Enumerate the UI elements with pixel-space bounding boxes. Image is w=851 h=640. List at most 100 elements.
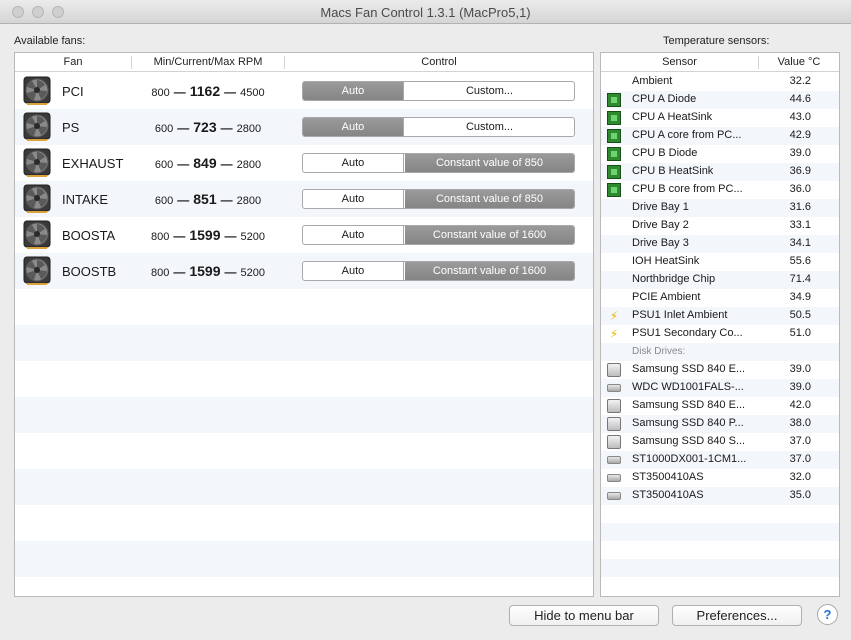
fan-name: BOOSTB — [62, 264, 117, 279]
sensor-row[interactable]: CPU B Diode 39.0 — [601, 145, 839, 163]
custom-mode-button[interactable]: Custom... — [405, 118, 574, 136]
hide-to-menu-bar-button[interactable]: Hide to menu bar — [509, 605, 659, 626]
fan-current-rpm: 723 — [193, 119, 217, 135]
empty-row — [15, 469, 593, 505]
sensor-name: Samsung SSD 840 E... — [632, 363, 746, 375]
custom-mode-button[interactable]: Constant value of 850 — [405, 154, 574, 172]
auto-mode-button[interactable]: Auto — [303, 262, 404, 280]
sensor-row[interactable]: Samsung SSD 840 E... 42.0 — [601, 397, 839, 415]
rpm-separator: — — [220, 121, 233, 135]
custom-mode-button[interactable]: Constant value of 1600 — [405, 262, 574, 280]
fan-row-intake[interactable]: INTAKE 600—851—2800 Auto Constant value of … — [15, 181, 593, 217]
sensor-column-header[interactable]: Sensor — [601, 56, 758, 68]
help-button[interactable]: ? — [817, 604, 838, 625]
fan-row-boostb[interactable]: BOOSTB 800—1599—5200 Auto Constant value of… — [15, 253, 593, 289]
sensor-name: Ambient — [632, 75, 673, 87]
fan-current-rpm: 851 — [193, 191, 217, 207]
rpm-column-header[interactable]: Min/Current/Max RPM — [132, 56, 284, 68]
sensor-row[interactable]: ⚡ PSU1 Inlet Ambient 50.5 — [601, 307, 839, 325]
sensor-row[interactable]: Northbridge Chip 71.4 — [601, 271, 839, 289]
auto-mode-button[interactable]: Auto — [303, 118, 404, 136]
chip-icon — [607, 111, 621, 125]
sensor-name: Drive Bay 1 — [632, 201, 689, 213]
sensor-value: 50.5 — [789, 309, 811, 321]
sensor-row[interactable]: ST3500410AS 32.0 — [601, 469, 839, 487]
sensor-name: CPU A HeatSink — [632, 111, 713, 123]
sensor-value: 37.0 — [789, 453, 811, 465]
fan-max-rpm: 4500 — [240, 87, 265, 99]
sensor-row[interactable]: Samsung SSD 840 S... 37.0 — [601, 433, 839, 451]
sensor-name: Samsung SSD 840 P... — [632, 417, 744, 429]
chip-icon — [607, 165, 621, 179]
rpm-separator: — — [177, 193, 190, 207]
fan-row-boosta[interactable]: BOOSTA 800—1599—5200 Auto Constant value of… — [15, 217, 593, 253]
auto-mode-button[interactable]: Auto — [303, 82, 404, 100]
fan-row-exhaust[interactable]: EXHAUST 600—849—2800 Auto Constant value of… — [15, 145, 593, 181]
sensor-value: 39.0 — [789, 363, 811, 375]
sensor-row[interactable]: Samsung SSD 840 P... 38.0 — [601, 415, 839, 433]
value-column-header[interactable]: Value °C — [759, 56, 839, 68]
auto-mode-button[interactable]: Auto — [303, 226, 404, 244]
fan-current-rpm: 1599 — [189, 263, 221, 279]
sensor-row[interactable]: Ambient 32.2 — [601, 73, 839, 91]
sensor-row[interactable]: WDC WD1001FALS-... 39.0 — [601, 379, 839, 397]
custom-mode-button[interactable]: Constant value of 850 — [405, 190, 574, 208]
sensor-row[interactable]: ST3500410AS 35.0 — [601, 487, 839, 505]
rpm-separator: — — [177, 157, 190, 171]
sensor-row[interactable]: CPU A HeatSink 43.0 — [601, 109, 839, 127]
fan-icon — [23, 220, 51, 250]
control-column-header[interactable]: Control — [285, 56, 593, 68]
fan-rpm-readout: 800—1162—4500 — [133, 83, 283, 99]
sensor-row[interactable]: Drive Bay 2 33.1 — [601, 217, 839, 235]
auto-mode-button[interactable]: Auto — [303, 190, 404, 208]
sensor-row[interactable]: CPU B HeatSink 36.9 — [601, 163, 839, 181]
chip-icon — [607, 147, 621, 161]
empty-row — [601, 505, 839, 523]
fan-control-segmented: Auto Constant value of 1600 — [302, 261, 575, 281]
fan-control-segmented: Auto Custom... — [302, 117, 575, 137]
preferences-button[interactable]: Preferences... — [672, 605, 802, 626]
sensor-row[interactable]: CPU A Diode 44.6 — [601, 91, 839, 109]
sensor-row[interactable]: Samsung SSD 840 E... 39.0 — [601, 361, 839, 379]
sensor-row[interactable]: ⚡ PSU1 Secondary Co... 51.0 — [601, 325, 839, 343]
sensor-value: 34.1 — [789, 237, 811, 249]
hard-drive-icon — [607, 456, 621, 464]
hard-drive-icon — [607, 474, 621, 482]
fan-rpm-readout: 800—1599—5200 — [133, 263, 283, 279]
chip-icon — [607, 129, 621, 143]
fan-max-rpm: 2800 — [236, 123, 262, 135]
empty-row — [601, 523, 839, 541]
fan-min-rpm: 600 — [154, 195, 174, 207]
power-bolt-icon: ⚡ — [609, 327, 619, 341]
sensor-name: WDC WD1001FALS-... — [632, 381, 744, 393]
chip-icon — [607, 93, 621, 107]
sensor-value: 36.9 — [789, 165, 811, 177]
sensor-name: CPU A Diode — [632, 93, 697, 105]
sensor-row[interactable]: CPU B core from PC... 36.0 — [601, 181, 839, 199]
fan-current-rpm: 1599 — [189, 227, 221, 243]
ssd-drive-icon — [607, 363, 621, 377]
fan-current-rpm: 1162 — [189, 83, 221, 99]
fan-row-ps[interactable]: PS 600—723—2800 Auto Custom... — [15, 109, 593, 145]
sensor-row[interactable]: CPU A core from PC... 42.9 — [601, 127, 839, 145]
rpm-separator: — — [220, 157, 233, 171]
fan-column-header[interactable]: Fan — [15, 56, 131, 68]
fan-row-pci[interactable]: PCI 800—1162—4500 Auto Custom... — [15, 73, 593, 109]
sensor-row[interactable]: Drive Bay 3 34.1 — [601, 235, 839, 253]
sensor-value: 39.0 — [789, 381, 811, 393]
empty-row — [15, 325, 593, 361]
custom-mode-button[interactable]: Custom... — [405, 82, 574, 100]
sensor-value: 32.0 — [789, 471, 811, 483]
ssd-drive-icon — [607, 399, 621, 413]
sensor-row[interactable]: Drive Bay 1 31.6 — [601, 199, 839, 217]
fan-rpm-readout: 600—851—2800 — [133, 191, 283, 207]
sensor-row[interactable]: ST1000DX001-1CM1... 37.0 — [601, 451, 839, 469]
sensor-value: 39.0 — [789, 147, 811, 159]
fan-icon — [23, 148, 51, 178]
fan-name: INTAKE — [62, 192, 108, 207]
sensor-row[interactable]: IOH HeatSink 55.6 — [601, 253, 839, 271]
custom-mode-button[interactable]: Constant value of 1600 — [405, 226, 574, 244]
sensor-row[interactable]: PCIE Ambient 34.9 — [601, 289, 839, 307]
fan-control-segmented: Auto Constant value of 1600 — [302, 225, 575, 245]
auto-mode-button[interactable]: Auto — [303, 154, 404, 172]
